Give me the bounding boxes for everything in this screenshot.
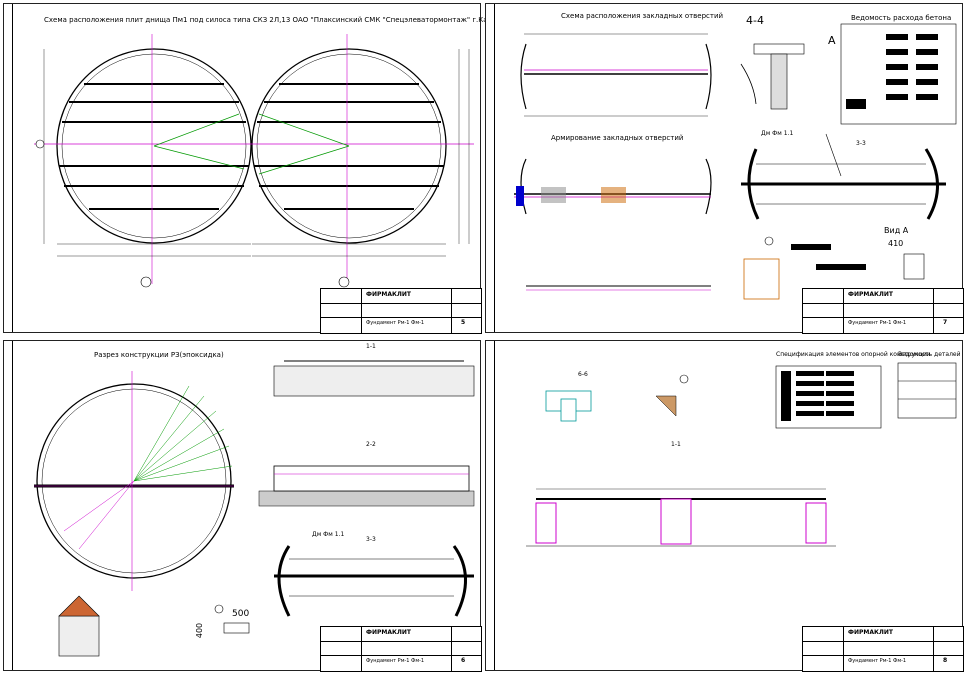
section-drawing — [34, 360, 475, 657]
drawing-sheet-4: Спецификация элементов опорной конструкц… — [485, 340, 964, 672]
openings-drawing — [514, 23, 957, 300]
stamp-org: ФИРМАКЛИТ — [848, 291, 893, 298]
foundation-plan-drawing — [34, 34, 474, 288]
sheet-number: 8 — [943, 657, 948, 664]
drawing-sheet-2: Схема расположения закладных отверстий А… — [485, 3, 964, 334]
stamp-code: Фундамент Рм-1 Фм-1 — [366, 658, 425, 664]
drawing-sheet-1: Схема расположения плит днища Пм1 под си… — [3, 3, 504, 334]
title-block-stamp: ФИРМАКЛИТ Фундамент Рм-1 Фм-1 8 — [802, 626, 964, 672]
stamp-code: Фундамент Рм-1 Фм-1 — [848, 658, 907, 664]
stamp-org: ФИРМАКЛИТ — [366, 629, 411, 636]
specification-drawing — [526, 362, 957, 547]
sheet-number: 7 — [943, 319, 948, 326]
stamp-org: ФИРМАКЛИТ — [366, 291, 411, 298]
stamp-code: Фундамент Рм-1 Фм-1 — [848, 320, 907, 326]
sheet-number: 5 — [461, 319, 466, 326]
title-block-stamp: ФИРМАКЛИТ Фундамент Рм-1 Фм-1 6 — [320, 626, 482, 672]
stamp-code: Фундамент Рм-1 Фм-1 — [366, 320, 425, 326]
sheet-number: 6 — [461, 657, 466, 664]
stamp-org: ФИРМАКЛИТ — [848, 629, 893, 636]
drawing-sheet-3: Разрез конструкции РЗ(эпоксидка) 1-1 2-2… — [3, 340, 482, 672]
title-block-stamp: ФИРМАКЛИТ Фундамент Рм-1 Фм-1 7 — [802, 288, 964, 334]
title-block-stamp: ФИРМАКЛИТ Фундамент Рм-1 Фм-1 5 — [320, 288, 482, 334]
